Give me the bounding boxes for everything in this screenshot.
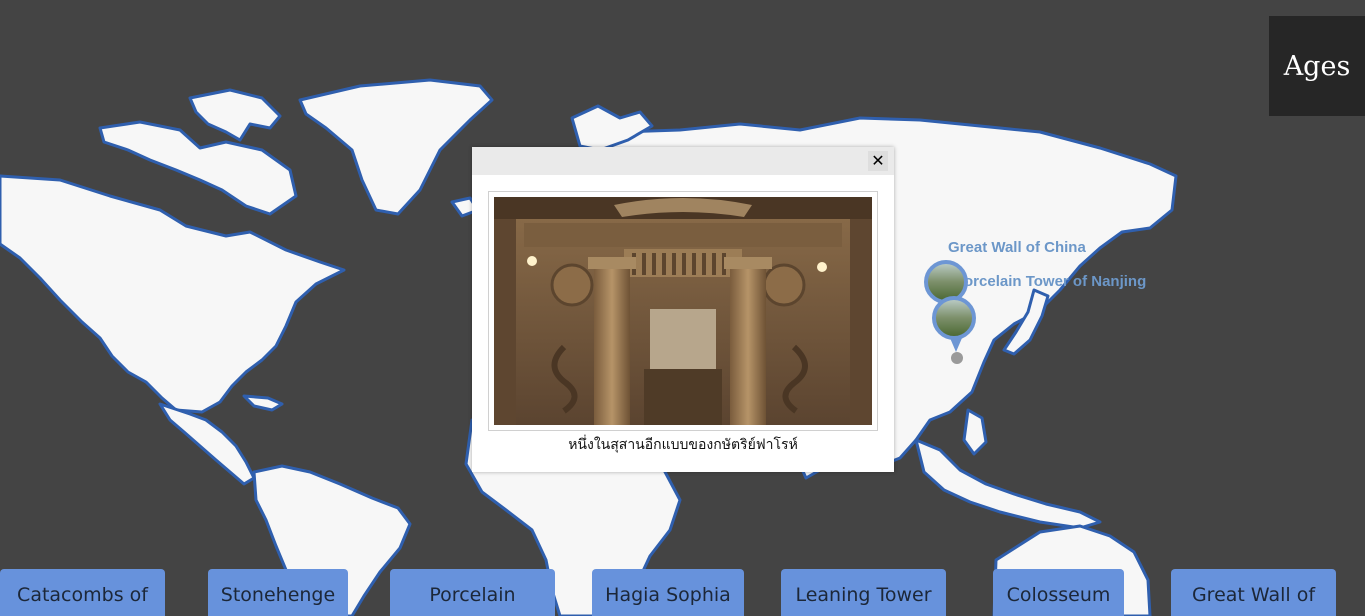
close-button[interactable]: ✕ xyxy=(868,151,888,171)
landmass-philippines xyxy=(962,408,988,456)
info-popup: ✕ หนึ่งในสุสานอีกแบบของกษัตริย์ฟาโรห์ xyxy=(472,147,894,472)
ages-button-label: Ages xyxy=(1283,50,1351,82)
map-pin-shadow xyxy=(951,352,963,364)
tab-catacombs[interactable]: Catacombs of xyxy=(0,569,165,616)
tab-catacombs-label: Catacombs of xyxy=(17,584,148,606)
landmass-southeast-asia xyxy=(914,438,1102,530)
map-pin-pointer-icon xyxy=(950,338,962,352)
tab-hagia-sophia[interactable]: Hagia Sophia xyxy=(592,569,744,616)
tab-hagia-sophia-label: Hagia Sophia xyxy=(605,584,731,606)
marker-label-great-wall[interactable]: Great Wall of China xyxy=(948,239,1086,256)
tab-porcelain[interactable]: Porcelain xyxy=(390,569,555,616)
landmass-greenland xyxy=(298,78,494,216)
popup-photo xyxy=(488,191,878,431)
map-pin-porcelain-tower[interactable] xyxy=(932,296,976,340)
tab-stonehenge[interactable]: Stonehenge xyxy=(208,569,348,616)
landmass-caribbean xyxy=(242,394,284,412)
landmass-arctic-islands xyxy=(188,88,282,142)
tomb-interior-image xyxy=(494,197,872,425)
tab-great-wall-label: Great Wall of xyxy=(1191,584,1316,606)
marker-label-porcelain-tower[interactable]: Porcelain Tower of Nanjing xyxy=(954,273,1146,290)
popup-caption: หนึ่งในสุสานอีกแบบของกษัตริย์ฟาโรห์ xyxy=(568,437,798,453)
landmass-north-america xyxy=(0,174,346,414)
landmass-central-america xyxy=(158,402,256,486)
tab-porcelain-label: Porcelain xyxy=(429,584,516,606)
tab-leaning-tower[interactable]: Leaning Tower xyxy=(781,569,946,616)
ages-button[interactable]: Ages xyxy=(1269,16,1365,116)
popup-header: ✕ xyxy=(472,147,894,175)
tab-leaning-tower-label: Leaning Tower xyxy=(795,584,932,606)
tab-great-wall[interactable]: Great Wall of xyxy=(1171,569,1336,616)
tab-colosseum[interactable]: Colosseum xyxy=(993,569,1124,616)
tab-stonehenge-label: Stonehenge xyxy=(220,584,336,606)
tab-colosseum-label: Colosseum xyxy=(1006,584,1111,606)
